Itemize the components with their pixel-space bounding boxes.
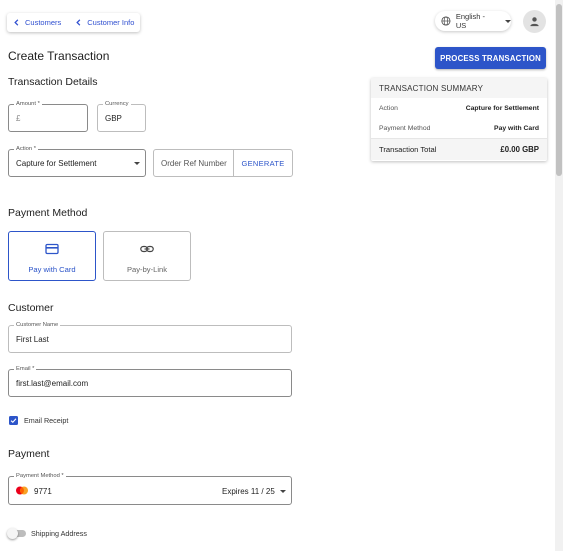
pay-by-link-label: Pay-by-Link bbox=[126, 265, 168, 274]
credit-card-icon bbox=[45, 243, 59, 255]
amount-field[interactable]: Amount * £ bbox=[8, 100, 88, 132]
transaction-summary-card: TRANSACTION SUMMARY Action Capture for S… bbox=[371, 78, 547, 161]
chevron-down-icon bbox=[134, 162, 140, 165]
shipping-address-label: Shipping Address bbox=[31, 529, 87, 538]
toggle-knob bbox=[7, 528, 18, 539]
summary-total-label: Transaction Total bbox=[379, 145, 437, 154]
language-label: English - US bbox=[455, 12, 486, 30]
shipping-address-toggle[interactable] bbox=[7, 528, 26, 539]
breadcrumb-label: Customer Info bbox=[87, 18, 135, 27]
order-ref-placeholder: Order Ref Number bbox=[161, 159, 227, 168]
summary-row-label: Action bbox=[379, 104, 398, 112]
breadcrumb-customers[interactable]: Customers bbox=[12, 18, 61, 27]
action-select[interactable]: Action * Capture for Settlement bbox=[8, 145, 146, 177]
scrollbar-thumb[interactable] bbox=[556, 4, 562, 176]
globe-icon bbox=[441, 16, 451, 26]
section-title-details: Transaction Details bbox=[8, 76, 98, 88]
pay-by-link-option[interactable]: Pay-by-Link bbox=[103, 231, 191, 281]
payment-method-label: Payment Method * bbox=[14, 472, 66, 480]
amount-label: Amount * bbox=[14, 100, 42, 108]
email-input[interactable]: first.last@email.com bbox=[16, 379, 88, 388]
action-value: Capture for Settlement bbox=[16, 159, 97, 168]
summary-title: TRANSACTION SUMMARY bbox=[371, 78, 547, 98]
summary-row-payment-method: Payment Method Pay with Card bbox=[371, 118, 547, 138]
check-icon bbox=[10, 418, 17, 424]
section-title-payment: Payment bbox=[8, 448, 50, 460]
breadcrumb-customer-info[interactable]: Customer Info bbox=[74, 18, 134, 27]
language-selector[interactable]: English - US bbox=[435, 11, 511, 31]
person-icon bbox=[530, 17, 539, 27]
chevron-down-icon bbox=[280, 490, 286, 493]
currency-label: Currency bbox=[103, 100, 131, 108]
summary-row-value: Pay with Card bbox=[494, 124, 539, 132]
currency-field[interactable]: Currency GBP bbox=[97, 100, 146, 132]
customer-name-input[interactable]: First Last bbox=[16, 335, 49, 344]
email-label: Email * bbox=[14, 365, 37, 373]
generate-button[interactable]: GENERATE bbox=[233, 149, 293, 177]
customer-name-label: Customer Name bbox=[14, 321, 61, 329]
card-number-value: 9771 bbox=[34, 487, 52, 496]
process-transaction-button[interactable]: PROCESS TRANSACTION bbox=[435, 47, 546, 69]
breadcrumb: Customers Customer Info bbox=[7, 13, 141, 32]
email-receipt-label: Email Receipt bbox=[24, 416, 69, 425]
summary-row-action: Action Capture for Settlement bbox=[371, 98, 547, 118]
breadcrumb-label: Customers bbox=[25, 18, 62, 27]
link-icon bbox=[140, 245, 154, 253]
summary-row-label: Payment Method bbox=[379, 124, 431, 132]
chevron-left-icon bbox=[76, 19, 81, 26]
payment-method-select[interactable]: Payment Method * 9771 Expires 11 / 25 bbox=[8, 472, 292, 505]
section-title-customer: Customer bbox=[8, 302, 54, 314]
chevron-down-icon bbox=[505, 19, 511, 23]
page-title: Create Transaction bbox=[8, 49, 110, 63]
action-label: Action * bbox=[14, 145, 38, 153]
user-avatar-button[interactable] bbox=[523, 10, 546, 33]
currency-value: GBP bbox=[105, 114, 122, 123]
order-ref-field[interactable]: Order Ref Number bbox=[153, 149, 234, 177]
summary-row-value: Capture for Settlement bbox=[465, 104, 539, 112]
pay-with-card-option[interactable]: Pay with Card bbox=[8, 231, 96, 281]
summary-total-value: £0.00 GBP bbox=[500, 145, 539, 154]
chevron-left-icon bbox=[14, 19, 19, 26]
pay-with-card-label: Pay with Card bbox=[28, 265, 76, 274]
card-expiry-value: Expires 11 / 25 bbox=[222, 487, 275, 496]
email-field[interactable]: Email * first.last@email.com bbox=[8, 365, 292, 397]
email-receipt-checkbox[interactable] bbox=[9, 416, 18, 425]
section-title-payment-method: Payment Method bbox=[8, 207, 88, 219]
summary-total-row: Transaction Total £0.00 GBP bbox=[371, 138, 547, 160]
amount-input[interactable]: £ bbox=[16, 114, 20, 123]
customer-name-field[interactable]: Customer Name First Last bbox=[8, 321, 292, 353]
mastercard-icon bbox=[16, 486, 28, 495]
